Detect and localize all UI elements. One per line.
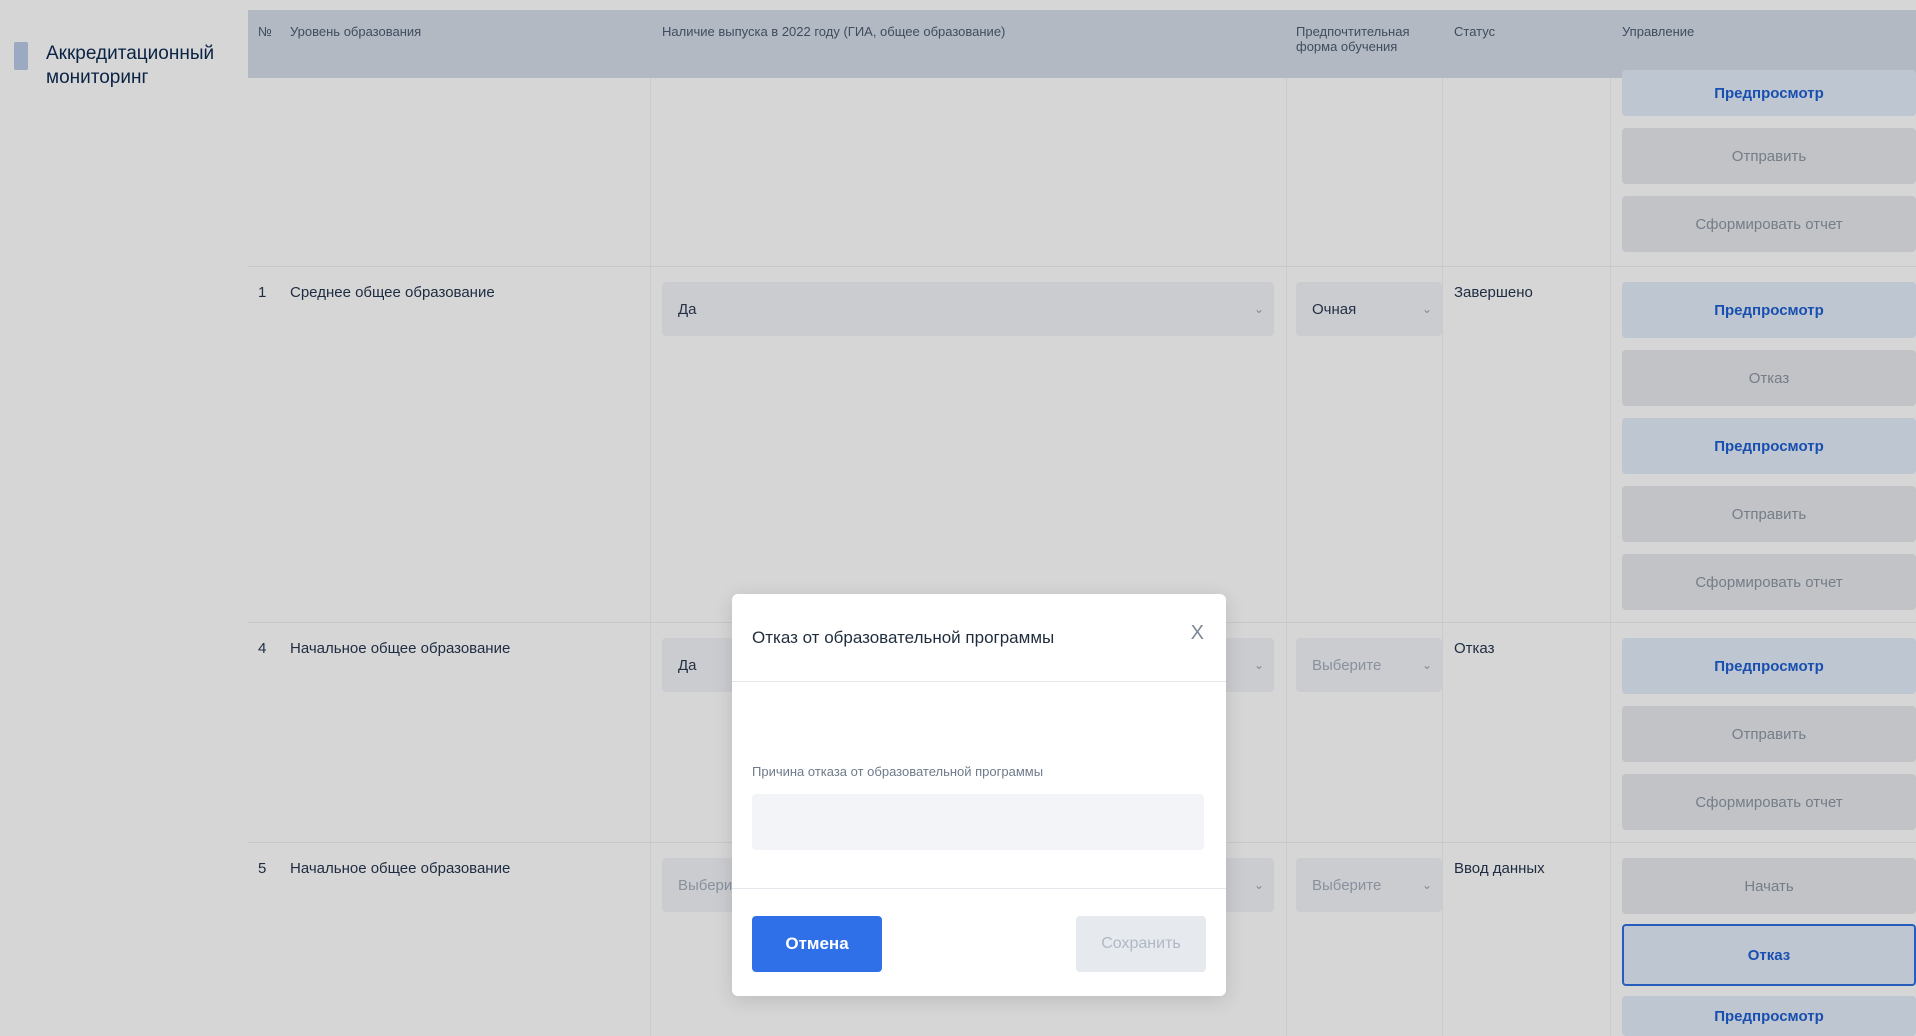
cancel-button[interactable]: Отмена <box>752 916 882 972</box>
modal-header: Отказ от образовательной программы X <box>732 594 1226 682</box>
refusal-modal: Отказ от образовательной программы X При… <box>732 594 1226 996</box>
modal-footer-divider <box>732 888 1226 889</box>
save-button[interactable]: Сохранить <box>1076 916 1206 972</box>
reason-input[interactable] <box>752 794 1204 850</box>
modal-title: Отказ от образовательной программы <box>752 628 1055 647</box>
reason-field-label: Причина отказа от образовательной програ… <box>752 764 1044 779</box>
close-icon[interactable]: X <box>1191 622 1204 645</box>
